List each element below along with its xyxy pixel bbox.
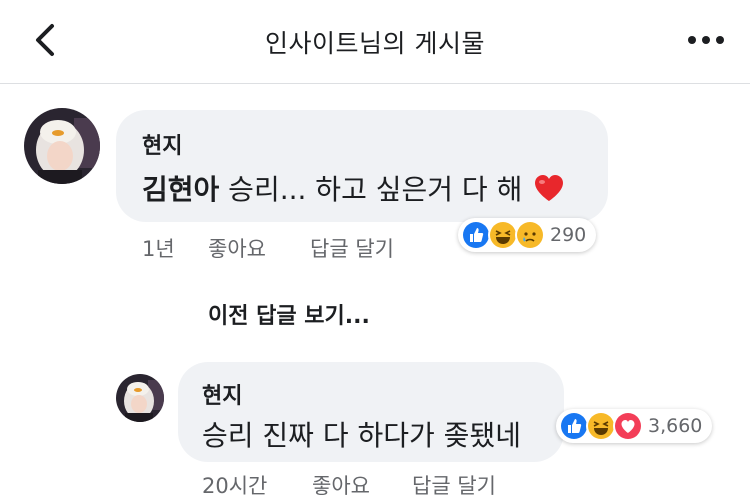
view-previous-replies-link[interactable]: 이전 답글 보기...	[208, 298, 370, 330]
more-dots-icon	[688, 36, 724, 44]
reply-text: 승리 진짜 다 하다가 좆됐네	[202, 419, 521, 452]
like-reaction-icon	[461, 220, 491, 250]
reply-like-button[interactable]: 좋아요	[312, 470, 370, 499]
love-reaction-icon	[613, 411, 643, 441]
page-title: 인사이트님의 게시물	[265, 29, 485, 58]
reply-button[interactable]: 답글 달기	[310, 233, 394, 263]
comment-text: 김현아 승리... 하고 싶은거 다 해	[142, 168, 565, 208]
profile-photo	[116, 374, 164, 422]
haha-reaction-icon	[586, 411, 616, 441]
profile-photo	[24, 108, 100, 184]
reaction-summary[interactable]: 290	[458, 218, 597, 252]
comment-body: 승리... 하고 싶은거 다 해	[219, 173, 523, 206]
reaction-count: 290	[550, 224, 587, 246]
reaction-count: 3,660	[648, 415, 703, 437]
reply-reply-button[interactable]: 답글 달기	[412, 470, 496, 499]
top-bar: 인사이트님의 게시물	[0, 0, 750, 84]
sad-reaction-icon	[515, 220, 545, 250]
avatar[interactable]	[24, 108, 100, 184]
comment-timestamp: 1년	[142, 237, 175, 261]
like-button[interactable]: 좋아요	[208, 233, 266, 263]
reply-reaction-summary[interactable]: 3,660	[556, 409, 713, 443]
reply-avatar[interactable]	[116, 374, 164, 422]
comment-author[interactable]: 현지	[142, 128, 182, 160]
heart-emoji-icon	[535, 175, 564, 201]
mention-link[interactable]: 김현아	[142, 173, 219, 206]
more-options-button[interactable]	[684, 28, 728, 52]
reply-timestamp: 20시간	[202, 474, 268, 498]
reply-author[interactable]: 현지	[202, 378, 242, 410]
haha-reaction-icon	[488, 220, 518, 250]
like-reaction-icon	[559, 411, 589, 441]
